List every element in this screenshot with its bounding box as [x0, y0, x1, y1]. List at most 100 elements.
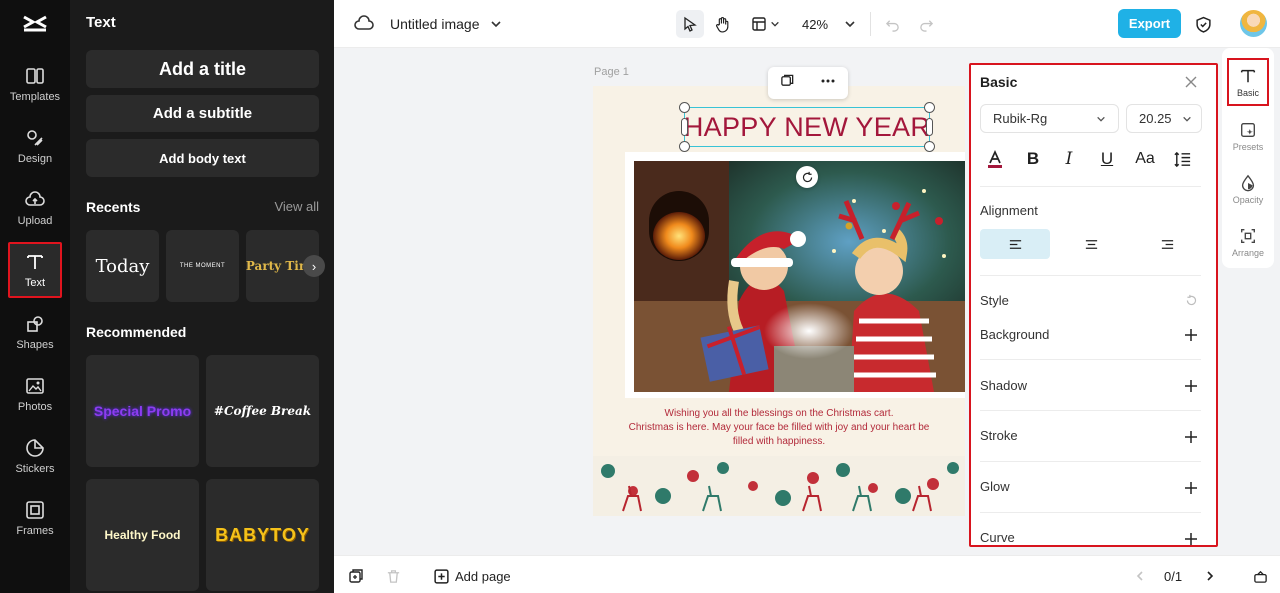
export-button[interactable]: Export — [1118, 9, 1181, 38]
delete-page-button[interactable] — [386, 566, 401, 586]
pages-panel-icon — [1254, 570, 1267, 583]
rail-stickers[interactable]: Stickers — [8, 428, 62, 484]
font-size-select[interactable]: 20.25 — [1126, 104, 1202, 133]
duplicate-button[interactable] — [780, 73, 795, 93]
tab-basic[interactable]: Basic — [1227, 58, 1269, 106]
shield-button[interactable] — [1195, 12, 1212, 36]
zoom-dropdown[interactable] — [844, 12, 856, 36]
recent-text-template[interactable]: Today — [86, 230, 159, 302]
align-left-icon — [1009, 239, 1021, 249]
prev-page-button[interactable] — [1134, 566, 1146, 586]
design-icon — [27, 129, 43, 146]
text-case-button[interactable]: Aa — [1133, 147, 1157, 171]
more-options-button[interactable] — [820, 73, 836, 94]
rail-upload[interactable]: Upload — [8, 180, 62, 236]
rail-shapes[interactable]: Shapes — [8, 304, 62, 360]
rail-templates[interactable]: Templates — [8, 56, 62, 112]
recent-text-template[interactable]: THE MOMENT — [166, 230, 239, 302]
tab-arrange[interactable]: Arrange — [1227, 218, 1269, 266]
side-resize-handle[interactable] — [926, 118, 933, 136]
reset-icon[interactable] — [1185, 294, 1198, 307]
document-title[interactable]: Untitled image — [390, 12, 480, 36]
cloud-sync-icon[interactable] — [354, 12, 376, 36]
recommended-text-template[interactable]: #Coffee Break — [206, 355, 319, 467]
style-row-shadow[interactable]: Shadow — [980, 378, 1027, 393]
recommended-text-template[interactable]: Special Promo — [86, 355, 199, 467]
photos-icon — [26, 377, 44, 394]
line-spacing-button[interactable] — [1170, 147, 1194, 171]
redo-button[interactable] — [919, 12, 934, 36]
frames-icon — [26, 500, 44, 519]
text-color-icon — [988, 149, 1002, 168]
page-counter: 0/1 — [1164, 568, 1183, 584]
title-dropdown[interactable] — [490, 12, 502, 36]
zoom-level[interactable]: 42% — [802, 12, 828, 36]
plus-icon[interactable] — [1184, 481, 1198, 495]
tab-label: Presets — [1232, 141, 1264, 152]
close-icon[interactable] — [1184, 75, 1198, 89]
redo-icon — [920, 19, 934, 32]
underline-button[interactable]: U — [1095, 147, 1119, 171]
resize-handle[interactable] — [679, 141, 690, 152]
resize-handle[interactable] — [924, 102, 935, 113]
christmas-photo[interactable] — [634, 161, 965, 392]
rail-photos[interactable]: Photos — [8, 366, 62, 422]
wish-text[interactable]: Wishing you all the blessings on the Chr… — [593, 407, 965, 449]
font-size-value: 20.25 — [1139, 111, 1172, 126]
element-float-toolbar — [768, 67, 848, 99]
pages-panel-button[interactable] — [1253, 566, 1268, 586]
plus-icon[interactable] — [1184, 379, 1198, 393]
layout-button[interactable] — [751, 12, 780, 36]
view-all-link[interactable]: View all — [274, 199, 319, 214]
recents-title: Recents — [86, 199, 141, 215]
recents-next-button[interactable]: › — [303, 255, 325, 277]
select-tool-button[interactable] — [676, 10, 704, 38]
duplicate-page-button[interactable] — [348, 566, 364, 586]
align-left-button[interactable] — [980, 229, 1050, 259]
template-preview-text: Healthy Food — [104, 528, 181, 542]
rotate-handle[interactable] — [796, 166, 818, 188]
resize-handle[interactable] — [924, 141, 935, 152]
recommended-text-template[interactable]: BABYTOY — [206, 479, 319, 591]
add-subtitle-button[interactable]: Add a subtitle — [86, 95, 319, 132]
italic-button[interactable]: I — [1057, 147, 1081, 171]
add-body-text-button[interactable]: Add body text — [86, 139, 319, 177]
rail-text[interactable]: Text — [8, 242, 62, 298]
plus-icon[interactable] — [1184, 328, 1198, 342]
tab-opacity[interactable]: Opacity — [1227, 165, 1269, 213]
plus-icon[interactable] — [1184, 430, 1198, 444]
text-icon — [27, 254, 43, 269]
hand-tool-button[interactable] — [714, 12, 731, 36]
divider — [980, 512, 1201, 513]
style-row-stroke[interactable]: Stroke — [980, 428, 1018, 443]
style-row-glow[interactable]: Glow — [980, 479, 1010, 494]
tab-presets[interactable]: Presets — [1227, 112, 1269, 160]
rotate-icon — [802, 171, 812, 182]
rail-label: Text — [24, 276, 46, 289]
text-icon — [1240, 69, 1256, 82]
rail-design[interactable]: Design — [8, 118, 62, 174]
bold-button[interactable]: B — [1021, 147, 1045, 171]
align-center-button[interactable] — [1056, 229, 1126, 259]
headline-text[interactable]: HAPPY NEW YEAR — [684, 112, 930, 143]
resize-handle[interactable] — [679, 102, 690, 113]
add-title-button[interactable]: Add a title — [86, 50, 319, 88]
design-page[interactable]: HAPPY NEW YEAR Wishing you all the bless… — [593, 86, 965, 516]
recommended-text-template[interactable]: Healthy Food — [86, 479, 199, 591]
undo-button[interactable] — [885, 12, 900, 36]
avatar[interactable] — [1240, 10, 1267, 37]
side-resize-handle[interactable] — [681, 118, 688, 136]
style-row-background[interactable]: Background — [980, 327, 1049, 342]
next-page-button[interactable] — [1204, 566, 1216, 586]
style-row-curve[interactable]: Curve — [980, 530, 1015, 545]
rail-frames[interactable]: Frames — [8, 490, 62, 546]
font-family-select[interactable]: Rubik-Rg — [980, 104, 1119, 133]
add-page-button[interactable]: Add page — [433, 566, 511, 586]
photo-frame[interactable] — [625, 152, 965, 398]
headline-selection[interactable]: HAPPY NEW YEAR — [679, 102, 935, 152]
chevron-down-icon — [1183, 116, 1191, 122]
undo-icon — [885, 19, 899, 32]
text-color-button[interactable] — [983, 147, 1007, 171]
align-right-button[interactable] — [1132, 229, 1202, 259]
plus-icon[interactable] — [1184, 532, 1198, 546]
